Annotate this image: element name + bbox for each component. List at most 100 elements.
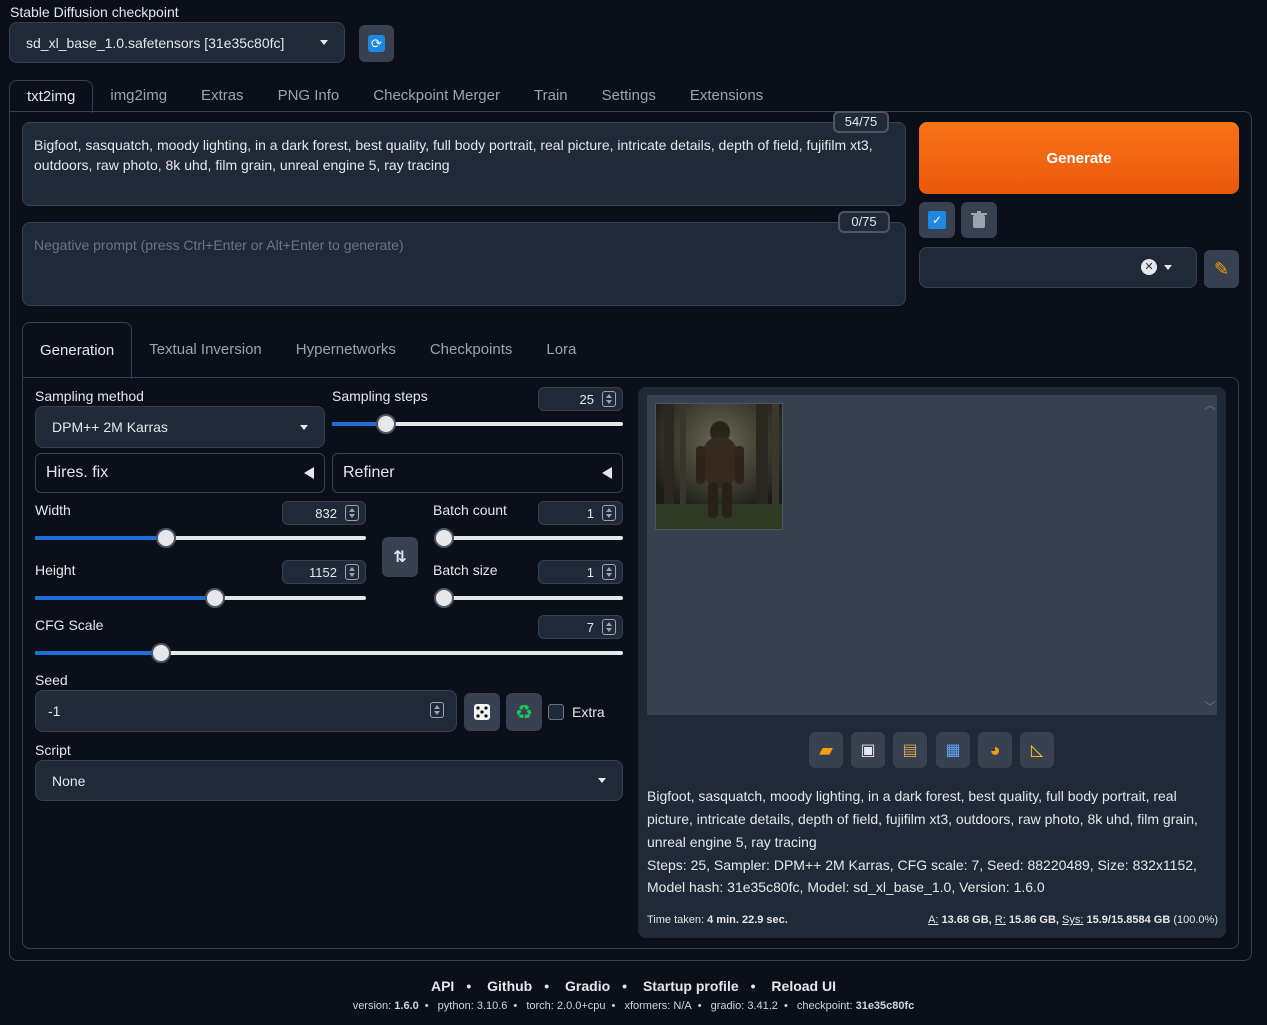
checkpoint-label: Stable Diffusion checkpoint <box>10 4 179 20</box>
spinner-icon[interactable] <box>602 505 616 521</box>
mem-r-value: 15.86 GB, <box>1008 914 1059 926</box>
negative-prompt-input[interactable]: Negative prompt (press Ctrl+Enter or Alt… <box>22 222 906 306</box>
script-label: Script <box>35 742 71 758</box>
footer-link-gradio[interactable]: Gradio <box>565 978 610 994</box>
negative-token-counter: 0/75 <box>838 211 890 233</box>
extra-seed-checkbox[interactable] <box>548 704 564 720</box>
spinner-icon[interactable] <box>602 619 616 635</box>
generation-tabs: Generation Textual Inversion Hypernetwor… <box>22 322 593 379</box>
send-to-extras-button[interactable]: ◺ <box>1020 732 1054 768</box>
tab-hypernetworks[interactable]: Hypernetworks <box>279 322 413 378</box>
seed-input[interactable]: -1 <box>35 690 457 732</box>
triangle-ruler-icon: ◺ <box>1030 742 1044 759</box>
sampling-steps-slider[interactable] <box>332 414 623 434</box>
sampling-method-label: Sampling method <box>35 388 144 404</box>
tab-extensions[interactable]: Extensions <box>673 80 780 112</box>
bigfoot-image <box>656 404 782 529</box>
open-folder-button[interactable]: ▰ <box>809 732 843 768</box>
script-select[interactable]: None <box>35 760 623 801</box>
tab-lora[interactable]: Lora <box>529 322 593 378</box>
tab-settings[interactable]: Settings <box>585 80 673 112</box>
reuse-seed-button[interactable]: ♻ <box>506 693 542 731</box>
slider-thumb[interactable] <box>375 414 396 434</box>
height-input[interactable]: 1152 <box>282 560 366 584</box>
tab-textual-inversion[interactable]: Textual Inversion <box>132 322 279 378</box>
tab-txt2img[interactable]: txt2img <box>9 80 94 113</box>
trash-icon <box>971 211 987 228</box>
checkpoint-select[interactable]: sd_xl_base_1.0.safetensors [31e35c80fc] <box>9 22 345 63</box>
footer-link-github[interactable]: Github <box>487 978 532 994</box>
swap-dimensions-button[interactable]: ⇅ <box>382 537 418 577</box>
zip-button[interactable]: ▤ <box>893 732 927 768</box>
python-value: 3.10.6 <box>476 1000 508 1012</box>
sampling-steps-label: Sampling steps <box>332 388 428 404</box>
tab-checkpoint-merger[interactable]: Checkpoint Merger <box>356 80 517 112</box>
footer-link-startup-profile[interactable]: Startup profile <box>643 978 739 994</box>
random-seed-button[interactable] <box>464 693 500 731</box>
spinner-icon[interactable] <box>602 391 616 407</box>
swap-arrows-icon: ⇅ <box>393 549 407 566</box>
prompt-token-counter: 54/75 <box>833 111 889 133</box>
batch-count-input[interactable]: 1 <box>538 501 623 525</box>
scroll-up-icon[interactable]: ︿ <box>1204 396 1216 413</box>
mem-pct: (100.0%) <box>1173 914 1218 926</box>
spinner-icon[interactable] <box>430 702 444 718</box>
slider-thumb[interactable] <box>434 528 454 548</box>
generate-button[interactable]: Generate <box>919 122 1239 194</box>
tab-extras[interactable]: Extras <box>184 80 261 112</box>
tab-png-info[interactable]: PNG Info <box>261 80 357 112</box>
batch-count-slider[interactable] <box>434 528 623 548</box>
sampling-steps-input[interactable]: 25 <box>538 387 623 411</box>
footer-link-api[interactable]: API <box>431 978 454 994</box>
generation-info-params: Steps: 25, Sampler: DPM++ 2M Karras, CFG… <box>647 857 1197 895</box>
clear-prompt-button[interactable] <box>961 202 997 238</box>
generation-info-prompt: Bigfoot, sasquatch, moody lighting, in a… <box>647 788 1198 850</box>
cfg-scale-slider[interactable] <box>35 643 623 663</box>
main-tabs: txt2img img2img Extras PNG Info Checkpoi… <box>9 80 780 113</box>
extra-seed-label: Extra <box>572 704 605 720</box>
width-input[interactable]: 832 <box>282 501 366 525</box>
spinner-icon[interactable] <box>345 505 359 521</box>
pencil-icon: ✎ <box>1213 258 1230 279</box>
tab-generation[interactable]: Generation <box>22 322 133 379</box>
refresh-checkpoint-button[interactable]: ⟳ <box>359 25 394 62</box>
footer-link-reload-ui[interactable]: Reload UI <box>771 978 836 994</box>
version-value: 1.6.0 <box>394 1000 419 1012</box>
scroll-down-icon[interactable]: ﹀ <box>1204 698 1216 715</box>
slider-thumb[interactable] <box>155 528 176 548</box>
height-slider[interactable] <box>35 588 366 608</box>
prompt-input[interactable]: Bigfoot, sasquatch, moody lighting, in a… <box>22 122 906 206</box>
spinner-icon[interactable] <box>345 564 359 580</box>
width-slider[interactable] <box>35 528 366 548</box>
tab-checkpoints[interactable]: Checkpoints <box>413 322 530 378</box>
slider-thumb[interactable] <box>434 588 454 608</box>
batch-count-value: 1 <box>586 505 594 521</box>
cfg-scale-label: CFG Scale <box>35 617 104 633</box>
width-value: 832 <box>315 505 337 521</box>
send-to-inpaint-button[interactable]: ◕ <box>978 732 1012 768</box>
sampling-method-select[interactable]: DPM++ 2M Karras <box>35 406 325 448</box>
cfg-scale-input[interactable]: 7 <box>538 615 623 639</box>
apply-style-button[interactable]: ✓ <box>919 202 955 238</box>
refresh-icon: ⟳ <box>368 35 385 52</box>
save-button[interactable]: ▣ <box>851 732 885 768</box>
gradio-key: gradio: <box>710 1000 745 1012</box>
collapse-arrow-icon <box>304 467 314 479</box>
send-to-img2img-button[interactable]: ▦ <box>936 732 970 768</box>
generated-image-thumbnail[interactable] <box>655 403 783 530</box>
clear-icon[interactable]: ✕ <box>1141 259 1157 275</box>
check-icon: ✓ <box>928 211 946 229</box>
refiner-accordion[interactable]: Refiner <box>332 453 623 493</box>
archive-icon: ▤ <box>902 742 918 759</box>
batch-size-input[interactable]: 1 <box>538 560 623 584</box>
hires-fix-accordion[interactable]: Hires. fix <box>35 453 325 493</box>
spinner-icon[interactable] <box>602 564 616 580</box>
tab-img2img[interactable]: img2img <box>93 80 184 112</box>
edit-styles-button[interactable]: ✎ <box>1204 250 1239 288</box>
batch-size-slider[interactable] <box>434 588 623 608</box>
xformers-value: N/A <box>673 1000 692 1012</box>
height-value: 1152 <box>309 564 337 580</box>
tab-train[interactable]: Train <box>517 80 585 112</box>
time-taken-label: Time taken: <box>647 914 705 926</box>
chevron-down-icon <box>1164 265 1172 270</box>
